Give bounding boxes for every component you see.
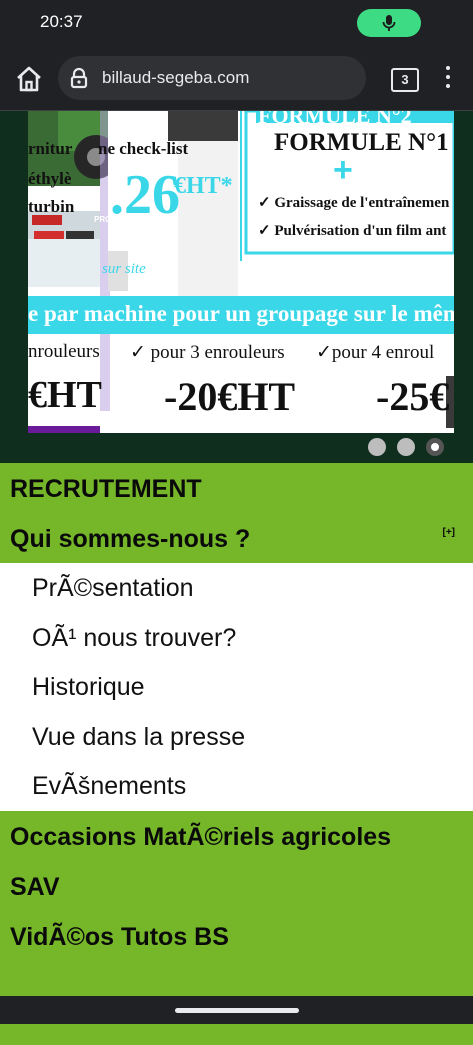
banner-left-line-1: rnitur: [28, 139, 73, 158]
discount-2: -20€HT: [164, 374, 296, 419]
microphone-icon: [382, 15, 396, 31]
submenu-item-evenements[interactable]: EvÃšnements: [0, 761, 473, 811]
rolls-label-2: ✓ pour 3 enrouleurs: [130, 342, 285, 363]
banner-left-line-3: turbin: [28, 197, 75, 216]
lock-icon[interactable]: [68, 67, 90, 89]
carousel-dot-1[interactable]: [368, 438, 386, 456]
status-time: 20:37: [40, 12, 83, 31]
plus-sign: +: [333, 151, 353, 189]
microphone-indicator[interactable]: [357, 9, 421, 37]
address-bar[interactable]: billaud-segeba.com: [58, 56, 366, 100]
home-icon[interactable]: [14, 64, 44, 94]
discount-3: -25€: [376, 374, 450, 419]
menu-item-recrutement[interactable]: RECRUTEMENT: [0, 463, 473, 513]
submenu-qui-sommes-nous: PrÃ©sentation OÃ¹ nous trouver? Historiq…: [0, 563, 473, 811]
promo-banner-image: FORMULE N°2 FORMULE N°1 + ✓ Graissage de…: [28, 111, 454, 433]
formula-bullet-2: ✓ Pulvérisation d'un film ant: [258, 223, 447, 239]
sur-site-text: sur site: [102, 261, 146, 277]
formula-2-heading: FORMULE N°2: [258, 111, 412, 128]
expand-toggle[interactable]: [+]: [443, 507, 456, 559]
submenu-item-presentation[interactable]: PrÃ©sentation: [0, 563, 473, 613]
checklist-text: ne check-list: [98, 139, 189, 158]
carousel-dot-3[interactable]: [426, 438, 444, 456]
price-unit: €HT*: [174, 173, 233, 199]
browser-toolbar: billaud-segeba.com 3: [0, 44, 473, 111]
menu-item-qui-sommes-nous-label: Qui sommes-nous ?: [10, 525, 251, 553]
rolls-label-1: nrouleurs: [28, 341, 100, 362]
site-navigation-menu: RECRUTEMENT Qui sommes-nous ? [+] PrÃ©se…: [0, 463, 473, 1045]
price-value: .26: [110, 164, 180, 226]
gesture-handle[interactable]: [175, 1008, 299, 1013]
url-text: billaud-segeba.com: [102, 68, 250, 87]
status-bar: 20:37: [0, 0, 473, 44]
menu-item-occasions[interactable]: Occasions MatÃ©riels agricoles: [0, 810, 473, 861]
discount-1: €HT: [28, 374, 102, 416]
band-text: e par machine pour un groupage sur le mê…: [28, 301, 454, 326]
image-carousel[interactable]: FORMULE N°2 FORMULE N°1 + ✓ Graissage de…: [0, 111, 473, 463]
submenu-item-historique[interactable]: Historique: [0, 662, 473, 712]
system-navigation-bar: [0, 996, 473, 1024]
rolls-label-3: ✓pour 4 enroul: [316, 342, 435, 363]
menu-item-videos[interactable]: VidÃ©os Tutos BS: [0, 910, 473, 961]
menu-item-sav[interactable]: SAV: [0, 860, 473, 911]
submenu-item-nous-trouver[interactable]: OÃ¹ nous trouver?: [0, 613, 473, 663]
carousel-dot-2[interactable]: [397, 438, 415, 456]
banner-left-line-2: éthylè: [28, 169, 72, 188]
tab-switcher-button[interactable]: 3: [391, 68, 419, 92]
carousel-indicators: [368, 438, 455, 456]
formula-1-heading: FORMULE N°1: [274, 129, 449, 156]
submenu-item-presse[interactable]: Vue dans la presse: [0, 712, 473, 762]
menu-item-qui-sommes-nous[interactable]: Qui sommes-nous ? [+]: [0, 513, 473, 563]
formula-bullet-1: ✓ Graissage de l'entraînemen: [258, 195, 450, 211]
overflow-menu-icon[interactable]: [444, 66, 452, 92]
